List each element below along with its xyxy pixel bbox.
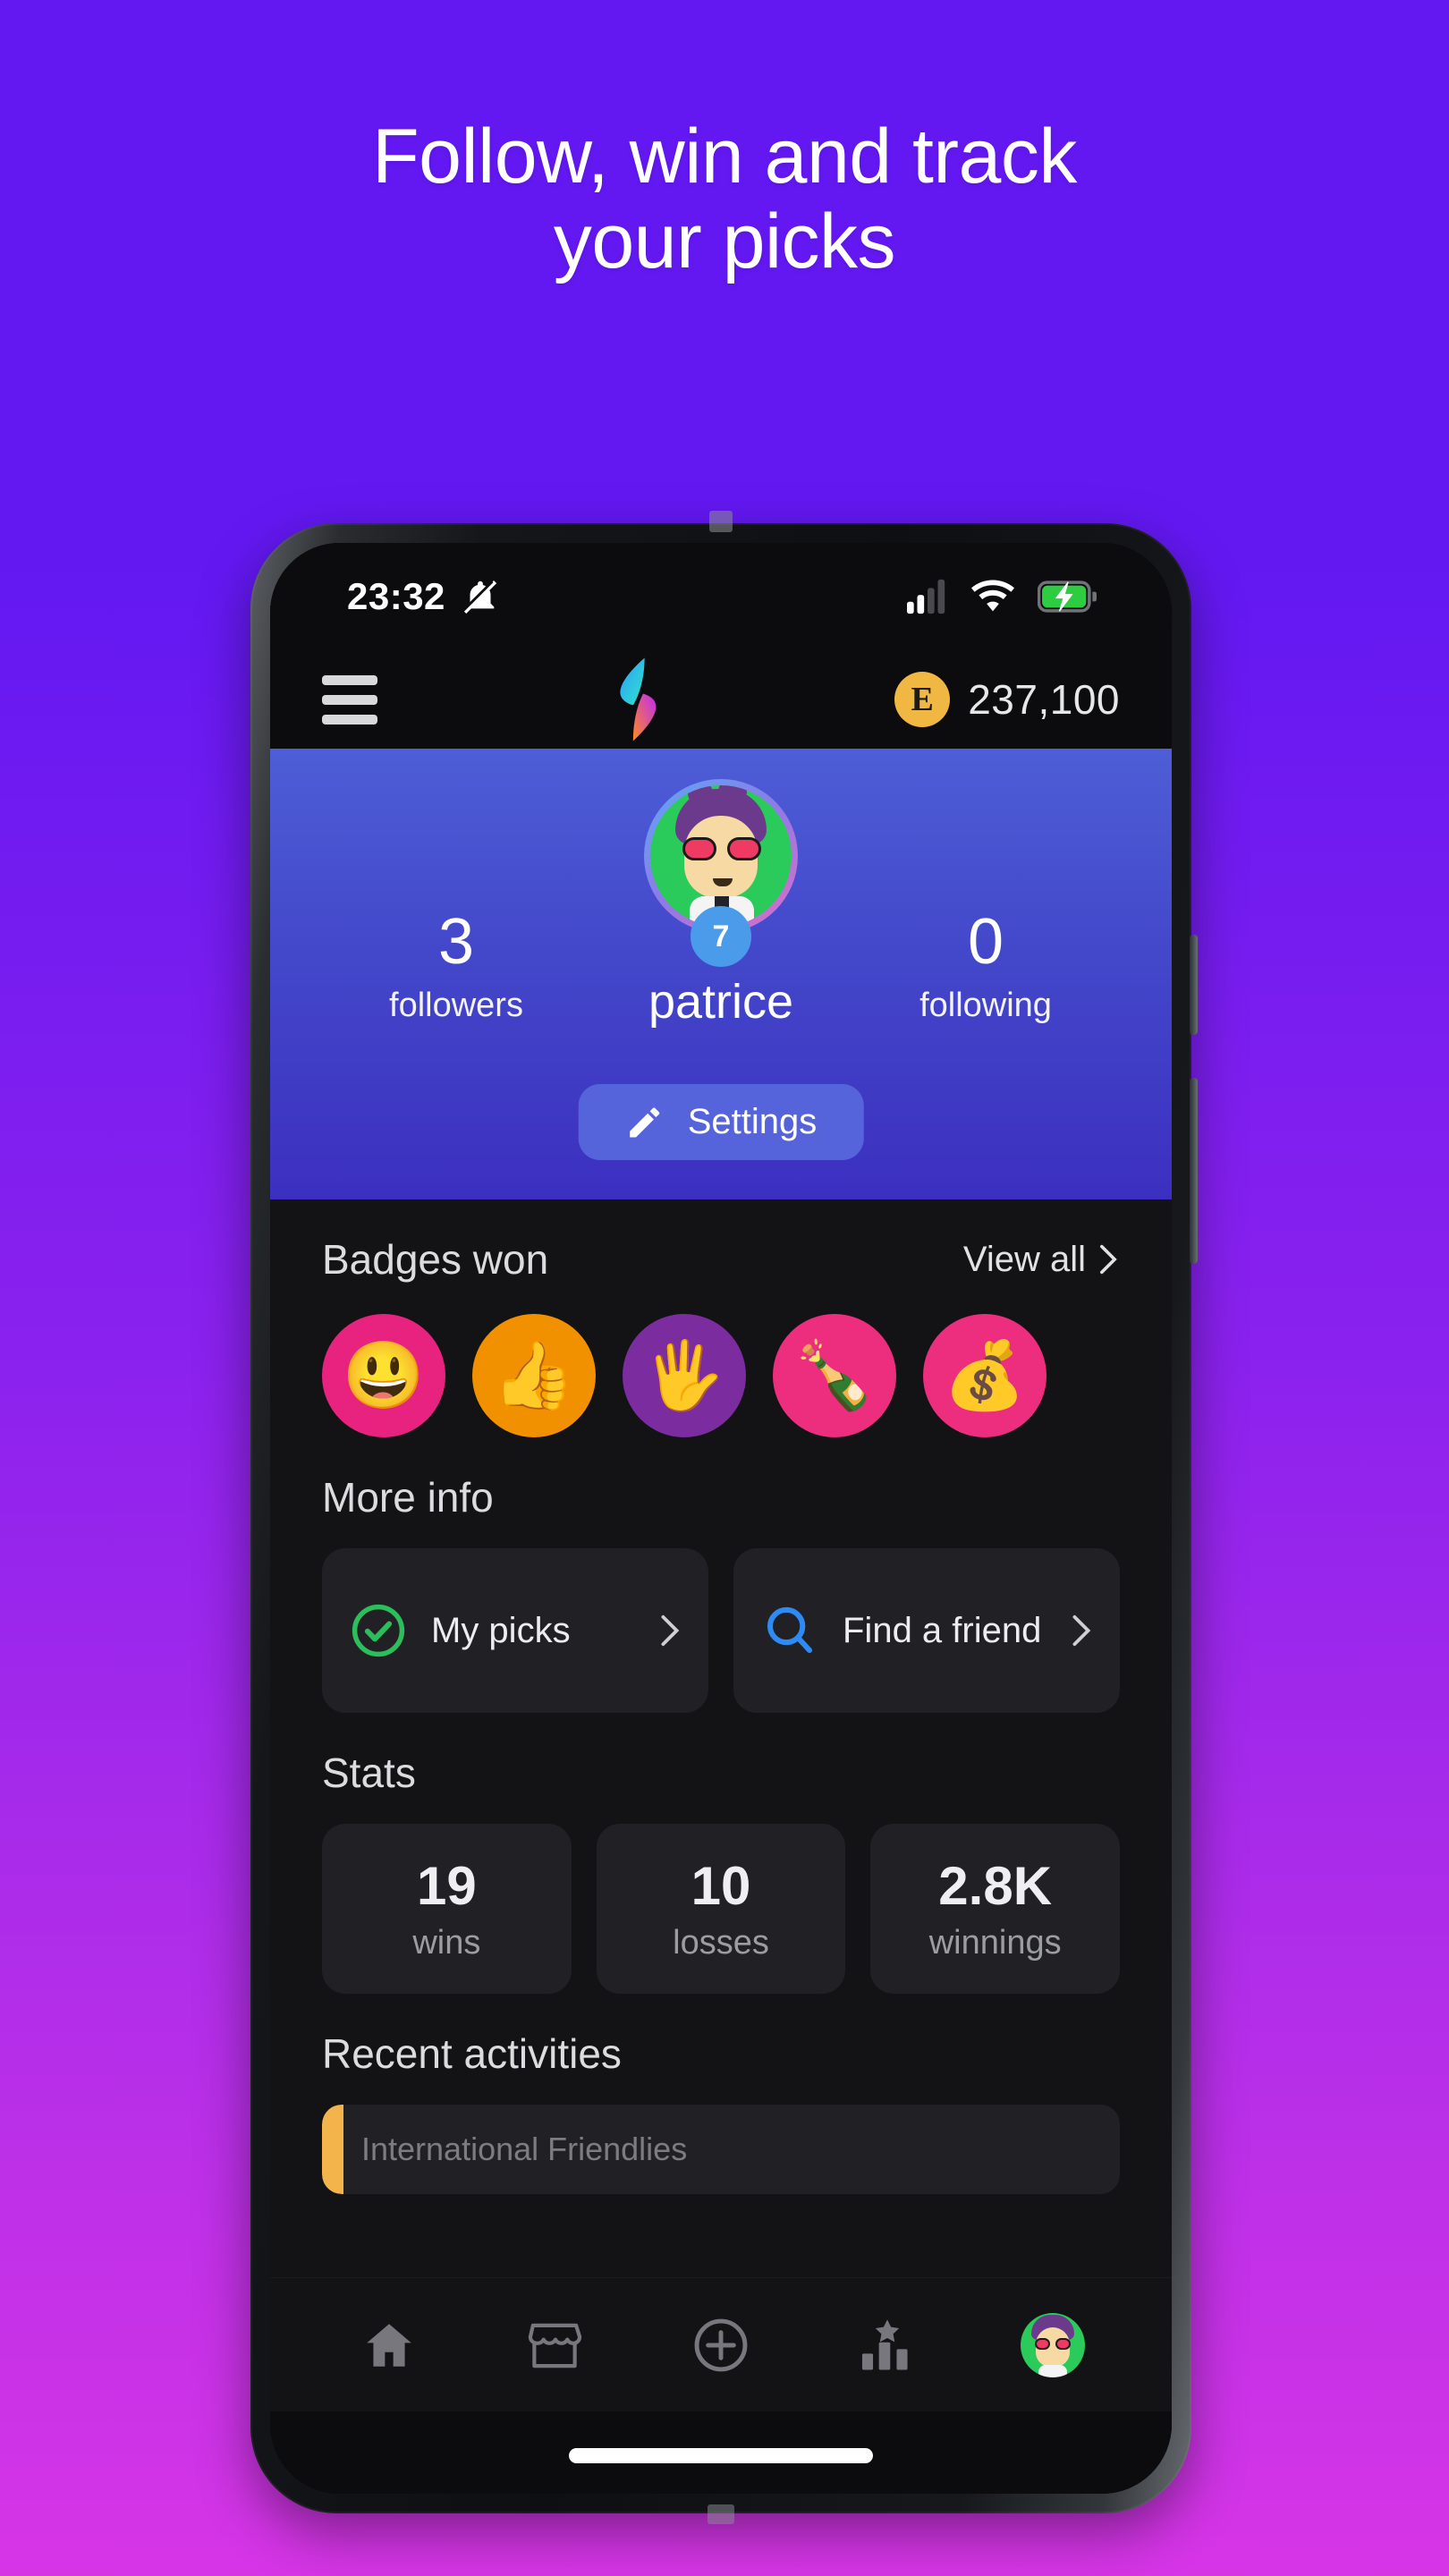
recent-activities-header: Recent activities <box>322 1994 1120 2078</box>
badge-item[interactable]: 🍾 <box>773 1314 896 1437</box>
view-all-label: View all <box>962 1239 1086 1279</box>
promo-headline: Follow, win and track your picks <box>0 114 1449 284</box>
following-label: following <box>919 987 1052 1024</box>
chevron-right-icon <box>661 1614 680 1647</box>
badge-item[interactable]: 👍 <box>472 1314 596 1437</box>
followers-stat[interactable]: 3 followers <box>340 910 572 1025</box>
badge-item[interactable]: 💰 <box>923 1314 1046 1437</box>
avatar-sunglasses <box>682 837 761 860</box>
recent-activities-list: International Friendlies <box>322 2105 1120 2194</box>
stat-label: wins <box>412 1924 481 1962</box>
battery-charging-icon <box>1038 580 1097 613</box>
leaderboard-icon <box>861 2318 908 2369</box>
badges-list: 😃 👍 🖐 🍾 💰 <box>322 1314 1120 1437</box>
view-all-badges-link[interactable]: View all <box>963 1240 1120 1280</box>
search-icon <box>767 1606 813 1654</box>
settings-label: Settings <box>687 1102 818 1141</box>
app-screen: 23:32 E 237,100 3 followers 0 following … <box>270 543 1172 2494</box>
stat-value: 10 <box>691 1856 751 1916</box>
nav-store[interactable] <box>512 2302 597 2388</box>
nav-leaderboard[interactable] <box>844 2302 930 2388</box>
coin-balance-display[interactable]: E 237,100 <box>894 672 1120 727</box>
coin-balance-value: 237,100 <box>968 676 1120 723</box>
badge-glyph: 👍 <box>492 1338 576 1412</box>
menu-line <box>322 694 377 705</box>
menu-line <box>322 674 377 685</box>
phone-bottom-seam <box>708 2504 734 2524</box>
settings-button[interactable]: Settings <box>578 1084 864 1160</box>
avatar-icon <box>1021 2312 1086 2377</box>
stats-list: 19 wins 10 losses 2.8K winnings <box>322 1824 1121 1994</box>
level-badge: 7 <box>691 906 751 967</box>
stat-card-winnings: 2.8K winnings <box>870 1824 1121 1994</box>
recent-activities-title: Recent activities <box>322 2030 622 2077</box>
home-indicator[interactable] <box>569 2448 873 2463</box>
wifi-icon <box>971 580 1014 612</box>
followers-count: 3 <box>437 906 475 978</box>
badges-section-header: Badges won View all <box>322 1199 1120 1284</box>
chevron-right-icon <box>1100 1244 1117 1275</box>
stat-value: 2.8K <box>938 1856 1053 1916</box>
more-info-list: My picks Find a friend <box>322 1548 1120 1713</box>
badge-item[interactable]: 😃 <box>322 1314 445 1437</box>
more-info-label: Find a friend <box>843 1610 1042 1650</box>
activity-item[interactable]: International Friendlies <box>322 2105 1120 2194</box>
plus-circle-icon <box>694 2318 748 2371</box>
more-info-title: More info <box>322 1474 494 1521</box>
store-icon <box>529 2323 582 2368</box>
profile-avatar-block[interactable]: 7 patrice <box>587 779 855 1030</box>
headline-line-1: Follow, win and track <box>372 114 1077 199</box>
cellular-signal-icon <box>907 579 945 614</box>
badges-title: Badges won <box>322 1236 549 1283</box>
hamburger-menu-icon[interactable] <box>322 674 377 724</box>
chevron-right-icon <box>1072 1614 1091 1647</box>
app-bar: E 237,100 <box>270 650 1172 749</box>
phone-mockup: 23:32 E 237,100 3 followers 0 following … <box>250 511 1198 2524</box>
home-icon <box>366 2323 411 2367</box>
profile-username: patrice <box>648 975 794 1029</box>
menu-line <box>322 714 377 724</box>
stats-section-header: Stats <box>322 1713 1120 1797</box>
stats-title: Stats <box>322 1750 416 1796</box>
nav-home[interactable] <box>346 2302 432 2388</box>
stat-value: 19 <box>416 1856 477 1916</box>
coin-icon: E <box>894 672 951 727</box>
followers-label: followers <box>389 987 523 1024</box>
profile-hero: 3 followers 0 following 7 patrice Settin… <box>270 749 1172 1199</box>
pencil-icon <box>630 1107 660 1137</box>
badge-glyph: 🍾 <box>792 1338 877 1412</box>
following-stat[interactable]: 0 following <box>869 910 1102 1025</box>
headline-line-2: your picks <box>553 198 896 284</box>
phone-speaker <box>709 511 733 532</box>
phone-screen-bezel: 23:32 E 237,100 3 followers 0 following … <box>270 543 1172 2494</box>
profile-content: Badges won View all 😃 👍 🖐 🍾 💰 More info <box>270 1199 1172 2277</box>
nav-profile[interactable] <box>1010 2302 1096 2388</box>
status-bar: 23:32 <box>270 543 1172 650</box>
flame-logo-icon[interactable] <box>606 657 665 742</box>
activity-title: International Friendlies <box>361 2131 688 2167</box>
phone-power-button <box>1190 1078 1198 1264</box>
more-info-label: My picks <box>431 1610 571 1650</box>
badge-glyph: 🖐 <box>642 1338 726 1412</box>
stat-label: losses <box>673 1924 769 1962</box>
stat-card-wins: 19 wins <box>322 1824 572 1994</box>
check-circle-icon <box>352 1604 405 1657</box>
stat-label: winnings <box>928 1924 1062 1962</box>
more-info-item-find-a-friend[interactable]: Find a friend <box>733 1548 1120 1713</box>
badge-glyph: 😃 <box>342 1338 426 1412</box>
badge-glyph: 💰 <box>943 1338 1027 1412</box>
phone-volume-button <box>1190 935 1198 1035</box>
more-info-item-my-picks[interactable]: My picks <box>322 1548 708 1713</box>
status-time: 23:32 <box>347 575 445 617</box>
more-info-section-header: More info <box>322 1437 1120 1521</box>
badge-item[interactable]: 🖐 <box>623 1314 746 1437</box>
bell-muted-icon <box>461 580 497 614</box>
stat-card-losses: 10 losses <box>596 1824 846 1994</box>
bottom-navigation <box>270 2277 1172 2411</box>
nav-create[interactable] <box>678 2302 764 2388</box>
following-count: 0 <box>967 906 1004 978</box>
